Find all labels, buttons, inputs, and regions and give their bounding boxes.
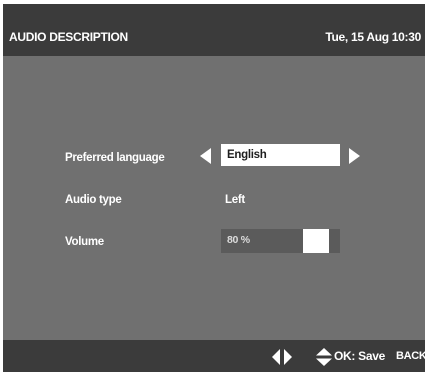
ok-save-button[interactable]: OK: Save — [334, 349, 385, 363]
audio-description-screen: AUDIO DESCRIPTION Tue, 15 Aug 10:30 Pref… — [3, 4, 427, 372]
volume-slider-knob[interactable] — [303, 229, 329, 253]
footer-bar: OK: Save BACK — [3, 340, 427, 372]
audio-type-label: Audio type — [65, 194, 122, 206]
audio-type-value[interactable]: Left — [225, 194, 245, 206]
volume-value: 80 % — [227, 234, 250, 246]
preferred-language-label: Preferred language — [65, 152, 165, 164]
volume-label: Volume — [65, 236, 104, 248]
volume-slider[interactable]: 80 % — [221, 229, 340, 253]
preferred-language-selector[interactable]: English — [221, 144, 340, 166]
up-down-arrows-icon — [316, 348, 332, 366]
page-title: AUDIO DESCRIPTION — [9, 30, 128, 44]
date-time: Tue, 15 Aug 10:30 — [325, 30, 421, 44]
language-next-arrow-icon[interactable] — [349, 148, 360, 164]
language-prev-arrow-icon[interactable] — [200, 148, 211, 164]
back-button[interactable]: BACK — [396, 350, 427, 362]
left-right-arrows-icon — [272, 349, 292, 365]
header-bar: AUDIO DESCRIPTION Tue, 15 Aug 10:30 — [3, 4, 425, 56]
